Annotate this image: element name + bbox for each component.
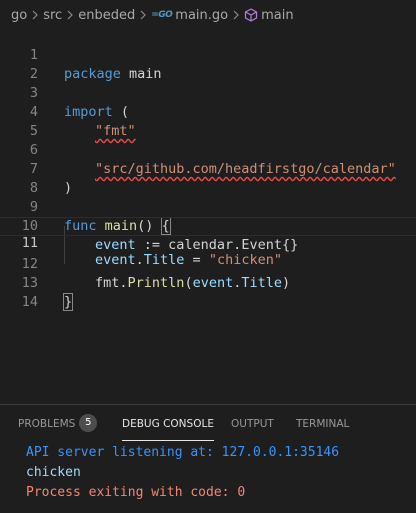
line-number: 14 — [21, 294, 38, 310]
debug-console-output[interactable]: API server listening at: 127.0.0.1:35146… — [26, 443, 339, 503]
breadcrumb-item-file[interactable]: main.go — [175, 8, 228, 23]
vscode-window: go src enbeded =GO main.go main 1 packag… — [0, 0, 416, 513]
code-line: 8 — [0, 160, 416, 196]
tab-problems[interactable]: PROBLEMS 5 — [18, 405, 98, 441]
matched-bracket: } — [62, 293, 74, 311]
tab-label: TERMINAL — [296, 418, 350, 430]
chevron-right-icon — [66, 10, 74, 20]
code-line: 12 fmt.Println(event.Title) — [0, 236, 416, 291]
code-line: 10 event := calendar.Event{} — [0, 198, 416, 253]
breadcrumb: go src enbeded =GO main.go main — [0, 0, 416, 30]
breadcrumb-item-src[interactable]: src — [43, 8, 62, 23]
problems-count-badge: 5 — [79, 414, 98, 432]
code-line: 7 ) — [0, 141, 416, 196]
chevron-right-icon — [232, 10, 240, 20]
code-line: 13 } — [0, 255, 416, 311]
code-line-current: 11 event.Title = "chicken" — [0, 217, 416, 268]
chevron-right-icon — [139, 10, 147, 20]
go-file-icon: =GO — [151, 10, 173, 20]
tab-label: OUTPUT — [231, 418, 274, 430]
code-line: 14 — [0, 274, 416, 310]
cube-icon — [244, 8, 258, 22]
panel-tabs: PROBLEMS 5 DEBUG CONSOLE OUTPUT TERMINAL — [0, 405, 416, 441]
console-line: API server listening at: 127.0.0.1:35146 — [26, 445, 340, 460]
tab-terminal[interactable]: TERMINAL — [296, 405, 349, 441]
bottom-panel: PROBLEMS 5 DEBUG CONSOLE OUTPUT TERMINAL … — [0, 404, 416, 513]
breadcrumb-item-enbeded[interactable]: enbeded — [78, 8, 135, 23]
tab-label: DEBUG CONSOLE — [122, 418, 214, 430]
code-line: 2 — [0, 46, 416, 82]
breadcrumb-item-symbol[interactable]: main — [261, 8, 293, 23]
tab-label: PROBLEMS — [18, 418, 76, 430]
code-line: 5 — [0, 103, 416, 139]
breadcrumb-item-go[interactable]: go — [11, 8, 27, 23]
code-line: 3 import ( — [0, 65, 416, 120]
tab-output[interactable]: OUTPUT — [231, 405, 274, 441]
console-line: Process exiting with code: 0 — [26, 485, 246, 500]
chevron-right-icon — [31, 10, 39, 20]
code-line: 4 "fmt" — [0, 84, 416, 139]
code-line: 1 package main — [0, 27, 416, 82]
code-editor[interactable]: 1 package main 2 3 import ( 4 "fmt" 5 6 … — [0, 27, 416, 397]
code-line: 9 func main() { — [0, 179, 416, 235]
tab-debug-console[interactable]: DEBUG CONSOLE — [122, 405, 214, 441]
console-line: chicken — [26, 465, 81, 480]
code-line: 6 "src/github.com/headfirstgo/calendar" — [0, 122, 416, 177]
